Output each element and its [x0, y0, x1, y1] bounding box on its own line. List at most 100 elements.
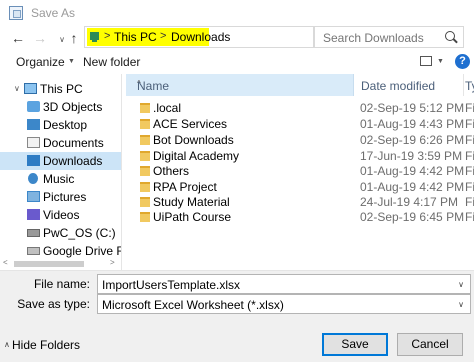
file-row[interactable]: UiPath Course 02-Sep-19 6:45 PM Fi — [126, 210, 474, 225]
pictures-icon — [27, 191, 40, 202]
file-date: 02-Sep-19 6:26 PM — [360, 133, 465, 147]
title-bar: Save As — [0, 0, 474, 26]
folder-icon — [140, 166, 150, 176]
drive-icon — [27, 229, 40, 237]
file-date: 02-Sep-19 6:45 PM — [360, 210, 465, 224]
file-row[interactable]: RPA Project 01-Aug-19 4:42 PM Fi — [126, 180, 474, 195]
search-icon[interactable] — [445, 31, 455, 41]
sidebar-item-label: Downloads — [43, 154, 103, 168]
file-type: Fi — [465, 133, 474, 147]
save-as-type-dropdown-chevron-icon[interactable]: ∨ — [458, 300, 464, 309]
file-type: Fi — [465, 117, 474, 131]
organize-chevron-icon[interactable]: ▼ — [68, 58, 75, 65]
file-type: Fi — [465, 210, 474, 224]
file-name-field[interactable]: ImportUsersTemplate.xlsx ∨ — [97, 274, 471, 294]
search-placeholder: Search Downloads — [323, 31, 424, 45]
documents-icon — [27, 137, 40, 148]
file-row[interactable]: .local 02-Sep-19 5:12 PM Fi — [126, 101, 474, 116]
navigation-pane-scrollbar[interactable]: < > — [0, 258, 122, 270]
sidebar-item-label: This PC — [40, 82, 83, 96]
folder-icon — [140, 197, 150, 207]
column-header-label: Name — [137, 79, 170, 93]
scrollbar-thumb[interactable] — [14, 261, 84, 267]
address-bar[interactable]: > This PC > Downloads ∨ ↻ — [84, 26, 393, 48]
column-header-type[interactable]: Ty — [465, 74, 474, 96]
save-as-type-value: Microsoft Excel Worksheet (*.xlsx) — [102, 298, 284, 312]
organize-button[interactable]: Organize — [16, 55, 65, 69]
file-date: 02-Sep-19 5:12 PM — [360, 101, 465, 115]
breadcrumb-downloads[interactable]: Downloads — [171, 30, 230, 44]
downloads-location-icon — [90, 32, 99, 42]
save-as-app-icon — [9, 6, 23, 20]
file-name: UiPath Course — [153, 210, 232, 224]
breadcrumb-separator: > — [160, 30, 167, 42]
scroll-left-icon[interactable]: < — [3, 258, 8, 267]
file-name: Digital Academy — [153, 149, 240, 163]
3d-objects-icon — [27, 101, 40, 112]
save-button[interactable]: Save — [322, 333, 388, 356]
folder-icon — [140, 182, 150, 192]
sidebar-item-desktop[interactable]: Desktop — [0, 116, 121, 134]
search-input[interactable]: Search Downloads — [314, 26, 464, 48]
file-date: 01-Aug-19 4:42 PM — [360, 164, 465, 178]
navigation-bar: ← → ∨ ↑ > This PC > Downloads ∨ ↻ Search… — [0, 26, 474, 52]
sidebar-item-pictures[interactable]: Pictures — [0, 188, 121, 206]
sidebar-item-this-pc[interactable]: ∨ This PC — [0, 80, 121, 98]
file-row[interactable]: Bot Downloads 02-Sep-19 6:26 PM Fi — [126, 133, 474, 148]
file-name-dropdown-chevron-icon[interactable]: ∨ — [458, 280, 464, 289]
file-type: Fi — [465, 149, 474, 163]
save-as-type-label: Save as type: — [17, 297, 90, 311]
file-name-value: ImportUsersTemplate.xlsx — [102, 278, 241, 292]
sidebar-item-music[interactable]: Music — [0, 170, 121, 188]
scroll-right-icon[interactable]: > — [110, 258, 115, 267]
sidebar-item-label: Documents — [43, 136, 104, 150]
sidebar-item-downloads[interactable]: Downloads — [0, 152, 121, 170]
up-arrow-icon[interactable]: ↑ — [64, 28, 84, 48]
file-row[interactable]: Study Material 24-Jul-19 4:17 PM Fi — [126, 195, 474, 210]
sidebar-item-label: Music — [43, 172, 75, 186]
sidebar-item-label: Pictures — [43, 190, 87, 204]
folder-icon — [140, 212, 150, 222]
column-header-date-modified[interactable]: Date modified — [355, 74, 464, 96]
sidebar-item-3d-objects[interactable]: 3D Objects — [0, 98, 121, 116]
file-name: Study Material — [153, 195, 230, 209]
sidebar-item-documents[interactable]: Documents — [0, 134, 121, 152]
new-folder-button[interactable]: New folder — [83, 55, 140, 69]
sidebar-item-pwc-os-drive[interactable]: PwC_OS (C:) — [0, 224, 121, 242]
file-type: Fi — [465, 180, 474, 194]
expand-chevron-icon[interactable]: ∨ — [14, 84, 20, 93]
file-row[interactable]: Digital Academy 17-Jun-19 3:59 PM Fi — [126, 149, 474, 164]
cancel-button[interactable]: Cancel — [397, 333, 463, 356]
back-arrow-icon[interactable]: ← — [8, 28, 28, 48]
sidebar-item-videos[interactable]: Videos — [0, 206, 121, 224]
folder-icon — [140, 103, 150, 113]
file-date: 01-Aug-19 4:42 PM — [360, 180, 465, 194]
breadcrumb-this-pc[interactable]: This PC — [114, 30, 157, 44]
file-name: .local — [153, 101, 182, 115]
file-date: 17-Jun-19 3:59 PM — [360, 149, 463, 163]
view-chevron-icon[interactable]: ▼ — [437, 58, 444, 65]
file-row[interactable]: Others 01-Aug-19 4:42 PM Fi — [126, 164, 474, 179]
file-name: Bot Downloads — [153, 133, 234, 147]
file-type: Fi — [465, 164, 474, 178]
file-name-label: File name: — [33, 277, 90, 291]
window-title: Save As — [31, 6, 76, 20]
hide-folders-button[interactable]: ∧ Hide Folders — [4, 338, 81, 352]
file-date: 01-Aug-19 4:43 PM — [360, 117, 465, 131]
file-name: ACE Services — [153, 117, 228, 131]
view-options-icon[interactable] — [420, 56, 432, 66]
folder-icon — [140, 151, 150, 161]
breadcrumb-separator: > — [104, 30, 111, 42]
forward-arrow-icon[interactable]: → — [30, 28, 50, 48]
folder-icon — [140, 119, 150, 129]
save-as-type-select[interactable]: Microsoft Excel Worksheet (*.xlsx) ∨ — [97, 294, 471, 314]
file-date: 24-Jul-19 4:17 PM — [360, 195, 459, 209]
sidebar-item-label: Google Drive File — [43, 244, 121, 258]
column-header-name[interactable]: ^ Name — [126, 74, 354, 96]
file-row[interactable]: ACE Services 01-Aug-19 4:43 PM Fi — [126, 117, 474, 132]
hide-folders-label: Hide Folders — [12, 338, 81, 352]
save-form: File name: ImportUsersTemplate.xlsx ∨ Sa… — [0, 270, 474, 330]
toolbar: Organize ▼ New folder ▼ ? — [0, 52, 474, 72]
file-name: Others — [153, 164, 190, 178]
help-icon[interactable]: ? — [455, 54, 470, 69]
